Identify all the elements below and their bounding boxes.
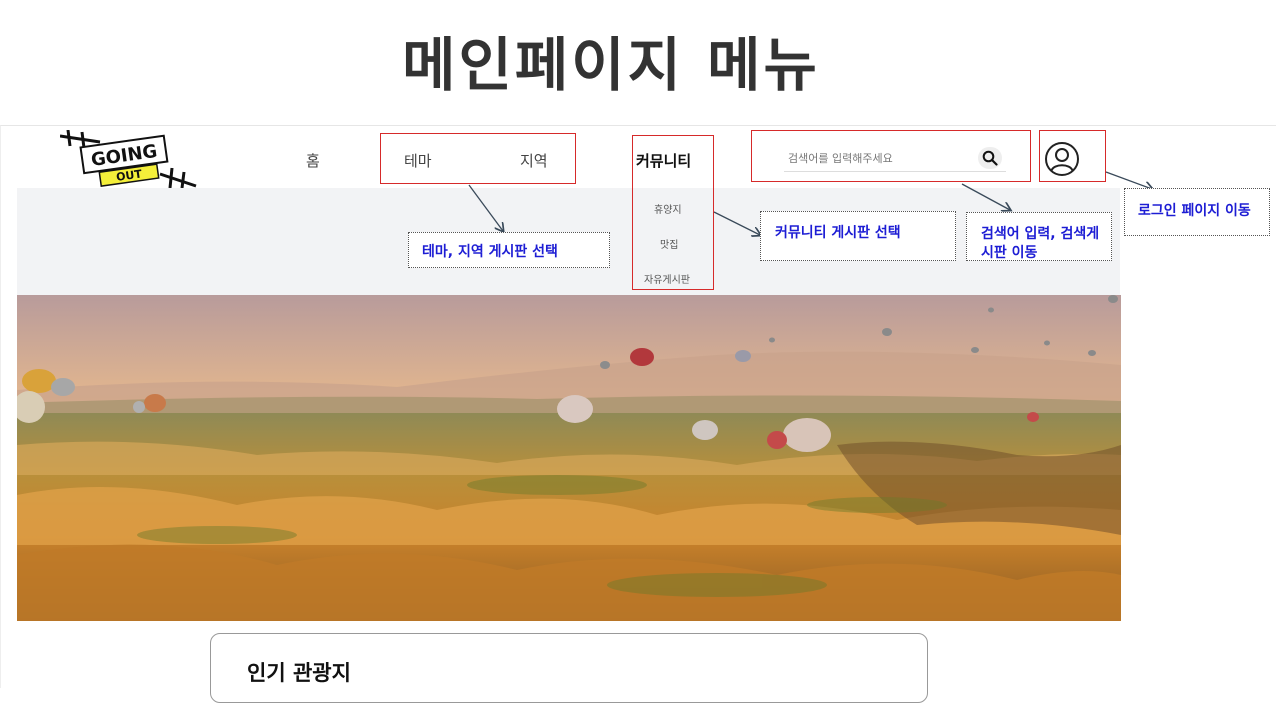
- highlight-user: [1039, 130, 1106, 182]
- slide-title: 메인페이지 메뉴: [402, 31, 820, 99]
- highlight-community: [632, 135, 714, 290]
- annotation-search: 검색어 입력, 검색게시판 이동: [966, 212, 1112, 261]
- annotation-community: 커뮤니티 게시판 선택: [760, 211, 956, 261]
- nav-home[interactable]: 홈: [306, 150, 320, 171]
- highlight-search: [751, 130, 1031, 182]
- card-title: 인기 관광지: [247, 661, 351, 685]
- hero-image: [17, 295, 1121, 621]
- highlight-theme-region: [380, 133, 576, 184]
- going-out-logo[interactable]: GOING OUT: [60, 130, 200, 188]
- annotation-theme-region: 테마, 지역 게시판 선택: [408, 232, 610, 268]
- annotation-login: 로그인 페이지 이동: [1124, 188, 1270, 236]
